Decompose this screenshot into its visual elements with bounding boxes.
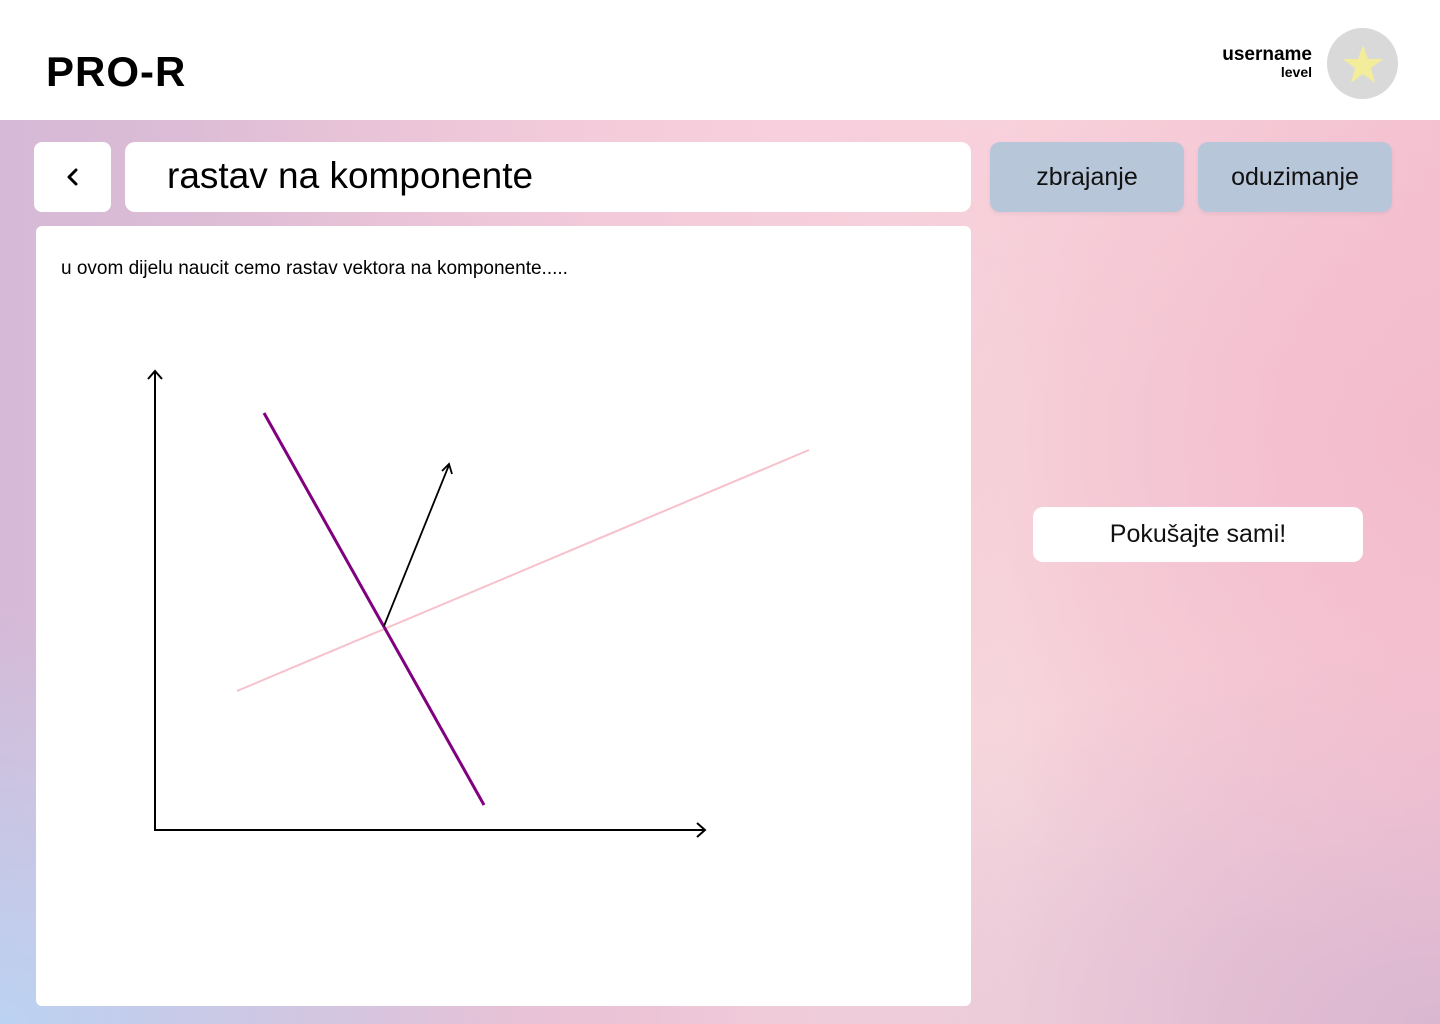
username-label: username [1222, 44, 1312, 65]
avatar[interactable] [1327, 28, 1398, 99]
vector-arrow [383, 464, 450, 627]
lesson-card: u ovom dijelu naucit cemo rastav vektora… [36, 226, 971, 1006]
app-logo: PRO-R [46, 48, 187, 95]
chevron-left-icon [67, 168, 77, 186]
top-bar: PRO-R username level [0, 0, 1440, 120]
vector-decomposition-diagram [147, 369, 810, 838]
star-icon [1342, 44, 1383, 83]
page-title: rastav na komponente [125, 142, 971, 212]
component-line-pink [236, 449, 810, 692]
tab-oduzimanje[interactable]: oduzimanje [1198, 142, 1392, 212]
user-level-label: level [1280, 64, 1312, 80]
tab-zbrajanje[interactable]: zbrajanje [990, 142, 1184, 212]
user-info: username level [1222, 44, 1312, 79]
back-button[interactable] [34, 142, 111, 212]
try-yourself-button[interactable]: Pokušajte sami! [1033, 507, 1363, 562]
